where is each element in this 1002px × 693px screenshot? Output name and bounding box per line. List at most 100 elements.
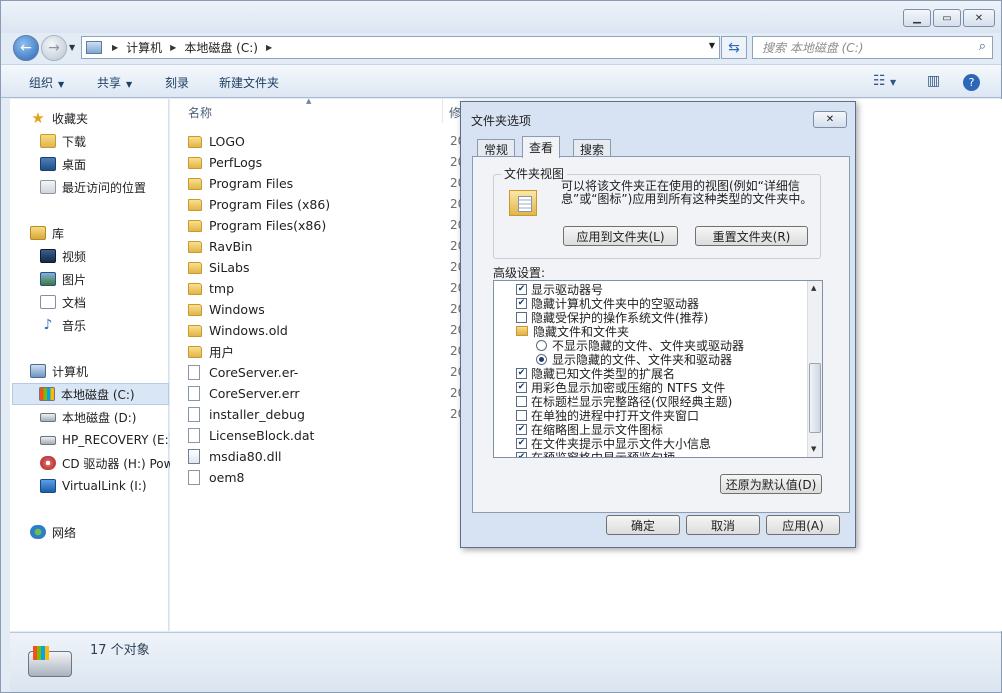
checkbox-checked-icon[interactable]: ✔: [516, 423, 527, 435]
video-icon: [40, 249, 56, 263]
checkbox-checked-icon[interactable]: ✔: [516, 381, 527, 393]
back-button[interactable]: ←: [13, 35, 39, 61]
advanced-settings-list[interactable]: ✔ 显示驱动器号 ✔ 隐藏计算机文件夹中的空驱动器 隐藏受保护的操作系统文件(推荐) 隐藏…: [493, 280, 823, 458]
tab-view[interactable]: 查看: [522, 136, 561, 158]
scroll-down-icon[interactable]: ▼: [811, 445, 816, 453]
new-folder-button[interactable]: 新建文件夹: [219, 74, 279, 91]
file-row[interactable]: LOGO: [188, 131, 448, 152]
folder-icon: [188, 261, 202, 274]
hard-drive-icon: [40, 412, 56, 422]
sidebar-item-drive-c[interactable]: 本地磁盘 (C:): [12, 383, 169, 405]
advanced-settings-label: 高级设置:: [493, 266, 546, 280]
sidebar-item-computer[interactable]: 计算机: [30, 360, 189, 382]
document-icon: [40, 295, 56, 309]
help-icon[interactable]: ?: [963, 74, 980, 91]
file-row[interactable]: Windows: [188, 299, 448, 320]
column-divider[interactable]: [442, 99, 443, 123]
checkbox-checked-icon[interactable]: ✔: [516, 437, 527, 449]
folder-icon: [188, 219, 202, 232]
checkbox-unchecked-icon[interactable]: [516, 395, 527, 407]
sidebar-item-favorites[interactable]: ★ 收藏夹: [30, 107, 189, 129]
file-row[interactable]: LicenseBlock.dat: [188, 425, 448, 446]
forward-button[interactable]: →: [41, 35, 67, 61]
file-name: LOGO: [209, 134, 245, 149]
command-bar: 组织 ▼ 共享 ▼ 刻录 新建文件夹 ☷ ▼ ▥ ?: [1, 64, 1001, 98]
apply-button[interactable]: 应用(A): [766, 515, 840, 535]
file-row[interactable]: Program Files: [188, 173, 448, 194]
breadcrumb-computer[interactable]: 计算机: [126, 39, 162, 56]
file-name: installer_debug: [209, 407, 305, 422]
file-row[interactable]: Program Files(x86): [188, 215, 448, 236]
scrollbar-thumb[interactable]: [809, 363, 821, 433]
cancel-button[interactable]: 取消: [686, 515, 760, 535]
sidebar-item-libraries[interactable]: 库: [30, 222, 189, 244]
file-row[interactable]: oem8: [188, 467, 448, 488]
refresh-button[interactable]: ⇆: [721, 36, 747, 59]
scroll-up-icon[interactable]: ▲: [811, 284, 816, 292]
maximize-button[interactable]: ▭: [933, 9, 961, 27]
file-row[interactable]: tmp: [188, 278, 448, 299]
address-dropdown-icon[interactable]: ▼: [709, 41, 715, 50]
setting-checkbox[interactable]: ✔ 在预览窗格中显示预览句柄: [516, 450, 675, 457]
file-row[interactable]: Windows.old: [188, 320, 448, 341]
file-row[interactable]: 用户: [188, 341, 448, 362]
file-row[interactable]: msdia80.dll: [188, 446, 448, 467]
reset-folders-button[interactable]: 重置文件夹(R): [695, 226, 808, 246]
radio-unselected-icon[interactable]: [536, 339, 547, 351]
checkbox-checked-icon[interactable]: ✔: [516, 297, 527, 309]
recent-pages-dropdown-icon[interactable]: ▼: [69, 43, 75, 52]
chevron-right-icon[interactable]: ▶: [112, 43, 118, 52]
file-name: Windows.old: [209, 323, 288, 338]
share-menu[interactable]: 共享 ▼: [97, 74, 132, 91]
chevron-right-icon[interactable]: ▶: [170, 43, 176, 52]
search-icon[interactable]: ⌕: [979, 39, 986, 54]
folder-views-label: 文件夹视图: [501, 165, 568, 182]
file-row[interactable]: installer_debug: [188, 404, 448, 425]
file-row[interactable]: CoreServer.er-: [188, 362, 448, 383]
file-icon: [188, 470, 200, 485]
checkbox-unchecked-icon[interactable]: [516, 409, 527, 421]
sidebar-item-network[interactable]: 网络: [30, 521, 189, 543]
checkbox-checked-icon[interactable]: ✔: [516, 451, 527, 457]
apply-to-folders-button[interactable]: 应用到文件夹(L): [563, 226, 678, 246]
folder-icon: [188, 282, 202, 295]
recent-places-icon: [40, 180, 56, 194]
restore-defaults-button[interactable]: 还原为默认值(D): [720, 474, 822, 494]
radio-selected-icon[interactable]: [536, 353, 547, 365]
organize-menu[interactable]: 组织 ▼: [29, 74, 64, 91]
burn-button[interactable]: 刻录: [165, 74, 189, 91]
minimize-button[interactable]: ▁: [903, 9, 931, 27]
view-options-icon[interactable]: ☷ ▼: [873, 73, 896, 89]
file-name: 用户: [209, 345, 235, 360]
folder-icon: [516, 326, 528, 336]
preview-pane-icon[interactable]: ▥: [927, 73, 940, 89]
folder-icon: [188, 177, 202, 190]
file-row[interactable]: PerfLogs: [188, 152, 448, 173]
settings-scrollbar[interactable]: ▲ ▼: [807, 281, 822, 457]
chevron-right-icon[interactable]: ▶: [266, 43, 272, 52]
checkbox-checked-icon[interactable]: ✔: [516, 367, 527, 379]
dialog-close-button[interactable]: ✕: [813, 111, 847, 128]
checkbox-unchecked-icon[interactable]: [516, 311, 527, 323]
column-header-name[interactable]: 名称: [188, 104, 212, 121]
ok-button[interactable]: 确定: [606, 515, 680, 535]
folder-icon: [188, 156, 202, 169]
file-name: Windows: [209, 302, 265, 317]
network-icon: [30, 525, 46, 539]
folder-icon: [188, 324, 202, 337]
close-button[interactable]: ✕: [963, 9, 995, 27]
file-name: RavBin: [209, 239, 253, 254]
file-row[interactable]: CoreServer.err: [188, 383, 448, 404]
file-row[interactable]: Program Files (x86): [188, 194, 448, 215]
details-pane: 17 个对象: [10, 632, 1001, 692]
file-row[interactable]: SiLabs: [188, 257, 448, 278]
search-input[interactable]: 搜索 本地磁盘 (C:) ⌕: [752, 36, 993, 59]
folder-icon: [188, 303, 202, 316]
breadcrumb-drive-c[interactable]: 本地磁盘 (C:): [184, 39, 258, 56]
file-row[interactable]: RavBin: [188, 236, 448, 257]
checkbox-checked-icon[interactable]: ✔: [516, 283, 527, 295]
search-placeholder: 搜索 本地磁盘 (C:): [762, 41, 864, 55]
star-icon: ★: [31, 109, 45, 127]
folder-icon: [188, 240, 202, 253]
address-bar[interactable]: ▶ 计算机 ▶ 本地磁盘 (C:) ▶ ▼: [81, 36, 720, 59]
